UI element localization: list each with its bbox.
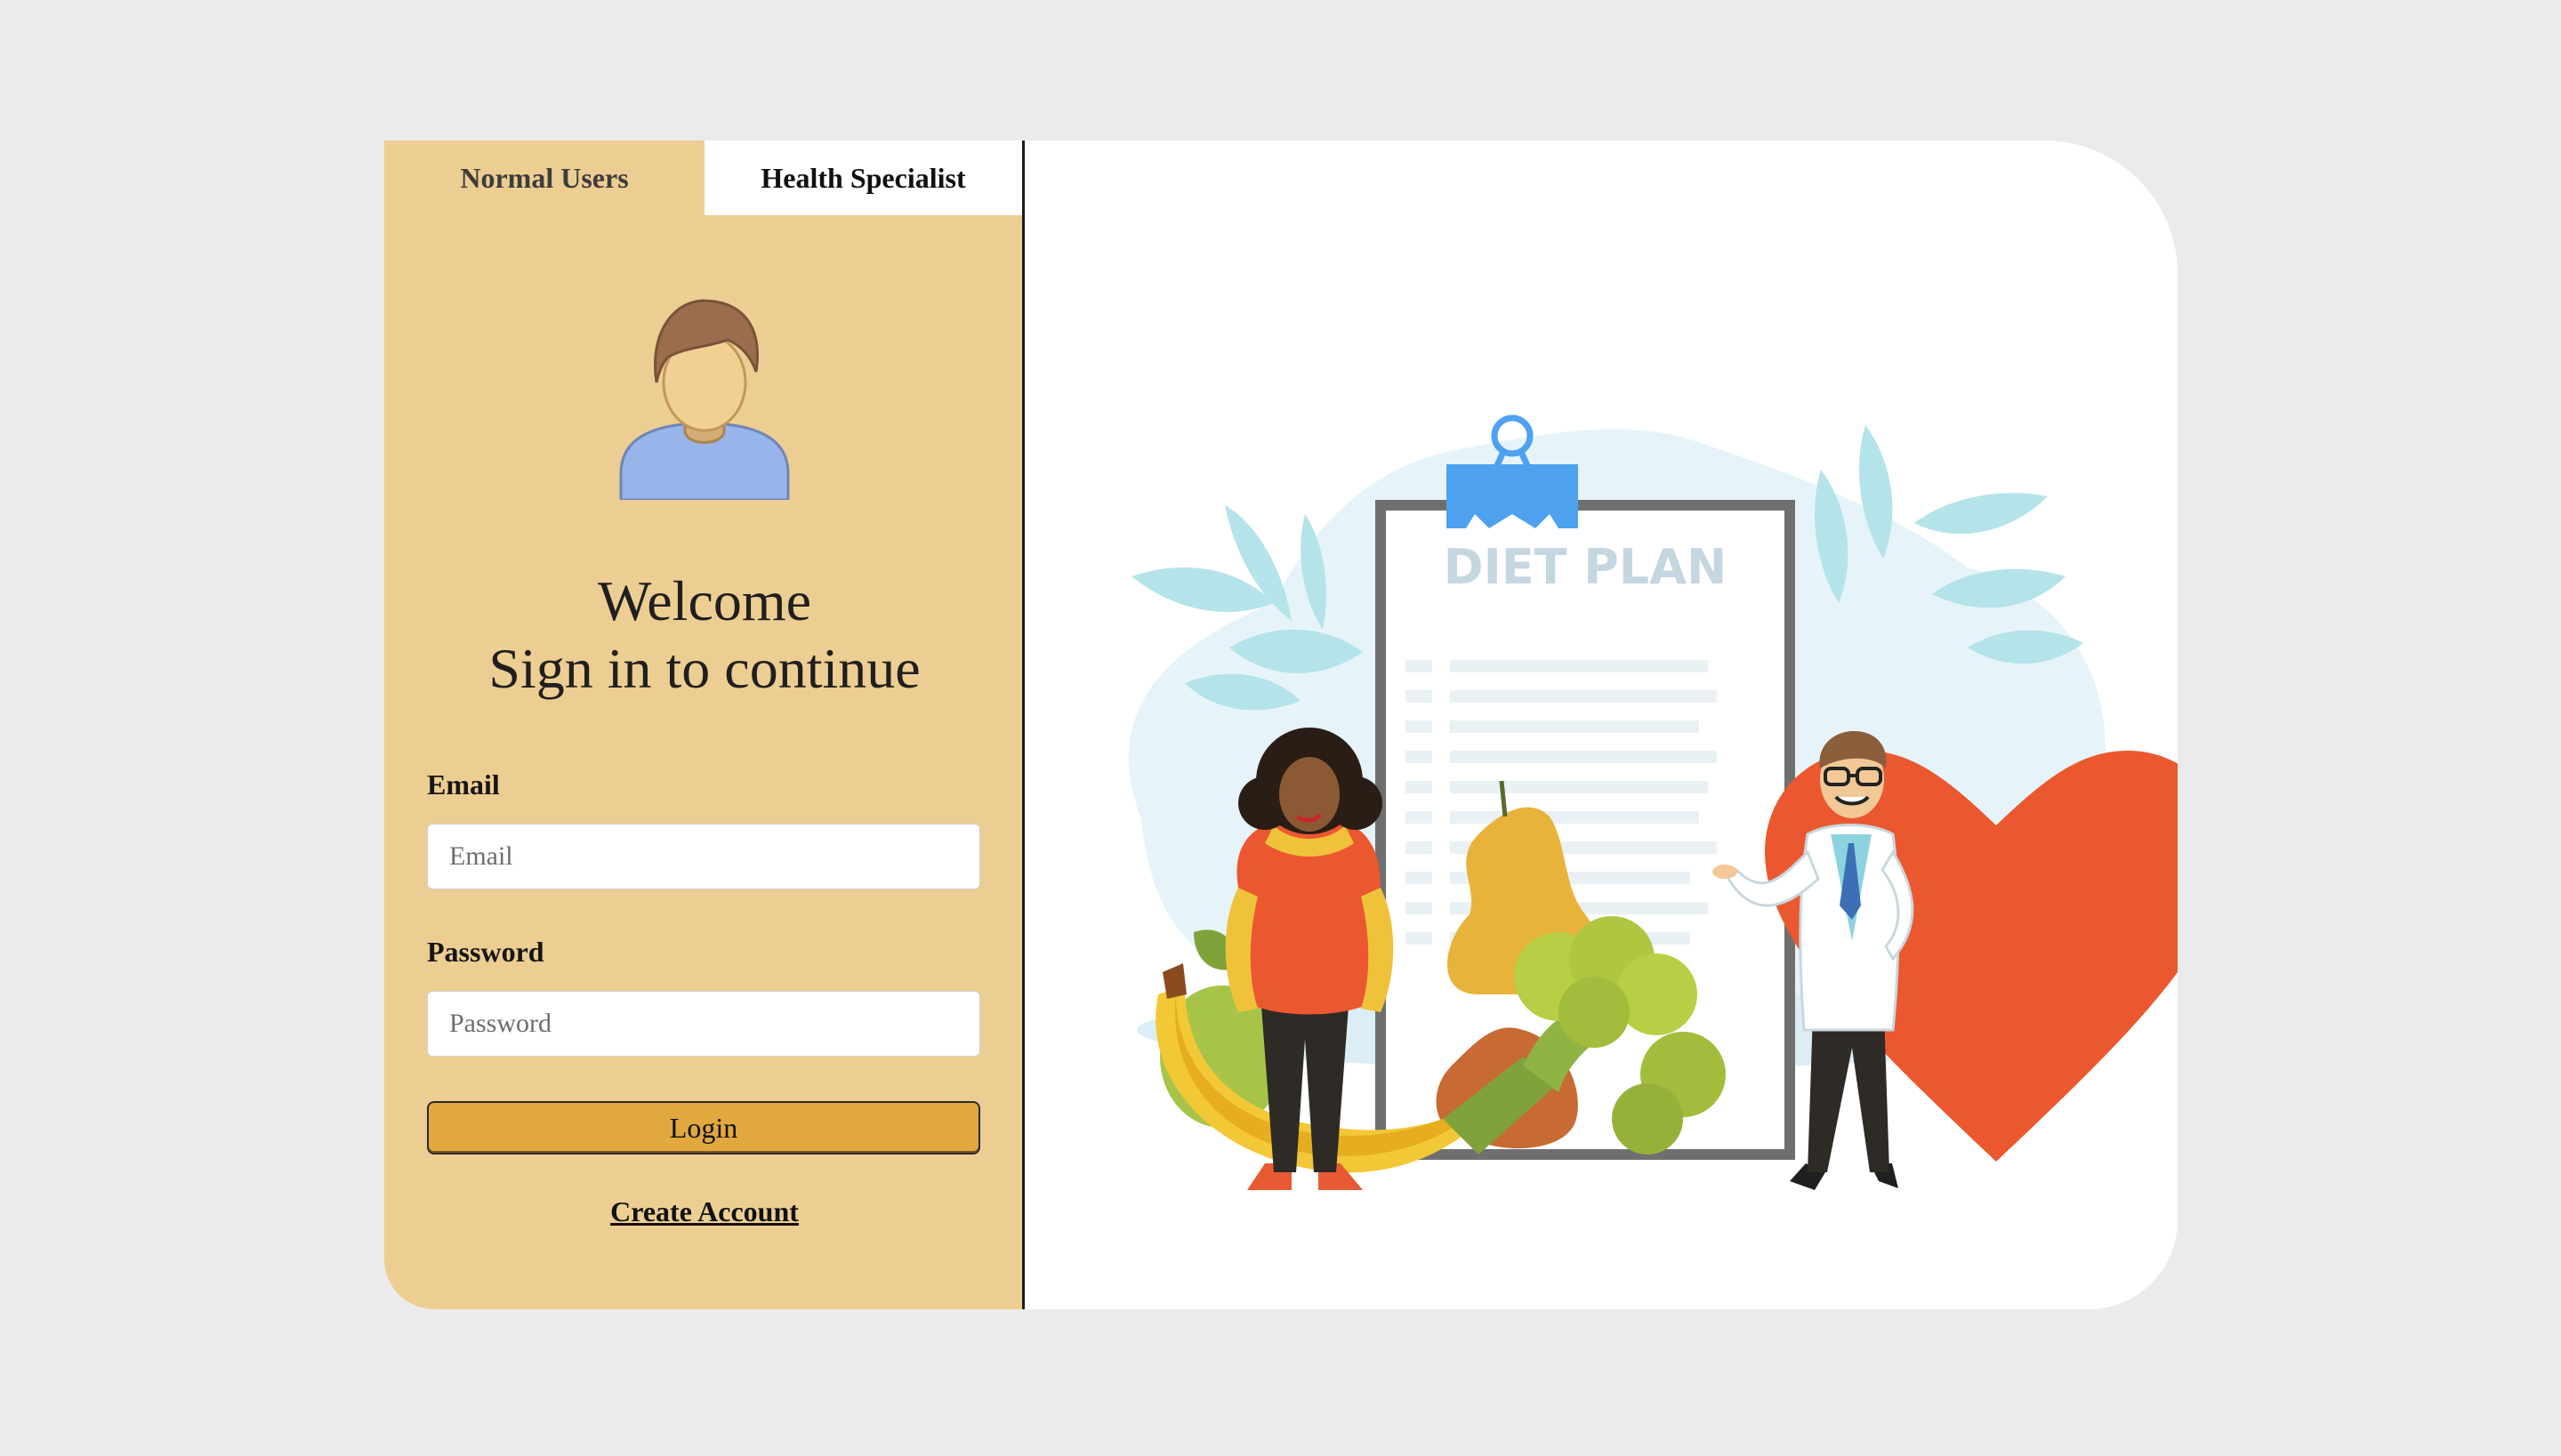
clipboard-title: DIET PLAN bbox=[1444, 539, 1727, 595]
tab-normal-users[interactable]: Normal Users bbox=[384, 141, 705, 215]
welcome-subtitle: Sign in to continue bbox=[488, 637, 921, 700]
welcome-heading: Welcome Sign in to continue bbox=[384, 567, 1025, 703]
password-field[interactable] bbox=[427, 991, 980, 1057]
tab-health-specialist[interactable]: Health Specialist bbox=[705, 141, 1022, 215]
login-button[interactable]: Login bbox=[427, 1101, 980, 1154]
email-label: Email bbox=[427, 768, 500, 800]
diet-plan-illustration: DIET PLAN bbox=[1128, 414, 2178, 1190]
create-account-link[interactable]: Create Account bbox=[384, 1195, 1025, 1228]
login-card: Normal Users Health Specialist Welcome S… bbox=[384, 141, 2178, 1309]
password-label: Password bbox=[427, 936, 544, 968]
welcome-title: Welcome bbox=[597, 569, 812, 632]
login-panel: Normal Users Health Specialist Welcome S… bbox=[384, 141, 1025, 1309]
email-field[interactable] bbox=[427, 824, 980, 889]
user-avatar-icon bbox=[619, 299, 790, 500]
